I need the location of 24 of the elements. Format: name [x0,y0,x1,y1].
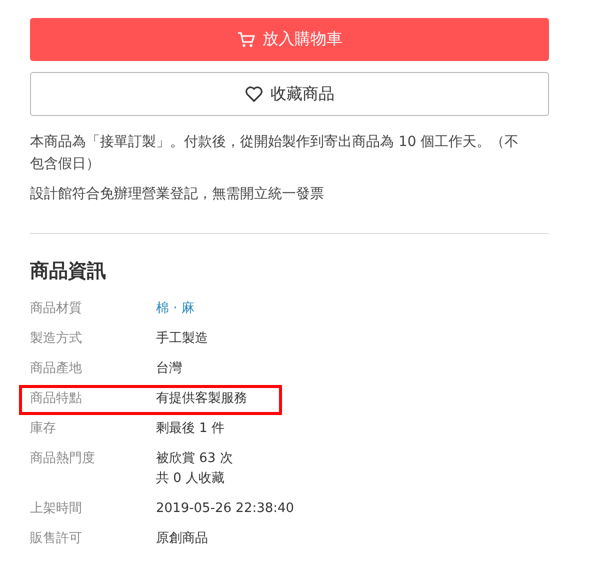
info-label: 製造方式 [30,330,83,348]
cart-icon [236,32,254,48]
note-text: 本商品為「接單訂製」。付款後，從開始製作到寄出商品為 10 個工作天。（不包含假日） [30,133,520,174]
info-value: 原創商品 [156,530,208,548]
info-value: 有提供客製服務 [156,390,247,408]
favorite-button[interactable]: 收藏商品 [30,72,549,116]
info-value: 2019-05-26 22:38:40 [156,500,294,518]
info-label: 商品熱門度 [30,450,96,468]
info-value: 剩最後 1 件 [156,420,225,438]
section-title: 商品資訊 [30,259,107,284]
note-text: 設計館符合免辦理營業登記，無需開立統一發票 [30,185,325,204]
info-label: 上架時間 [30,500,83,518]
info-label: 販售許可 [30,530,83,548]
heart-icon [244,86,262,102]
info-label: 庫存 [30,420,57,438]
info-value: 台灣 [156,360,182,378]
info-value: 手工製造 [156,330,208,348]
info-label: 商品特點 [30,390,83,408]
info-value: 被欣賞 63 次 [156,450,233,468]
info-value: 共 0 人收藏 [156,470,226,488]
add-to-cart-button[interactable]: 放入購物車 [30,18,549,61]
info-label: 商品材質 [30,300,83,318]
info-label: 商品產地 [30,360,83,378]
material-link[interactable]: 棉 · 麻 [156,299,194,319]
